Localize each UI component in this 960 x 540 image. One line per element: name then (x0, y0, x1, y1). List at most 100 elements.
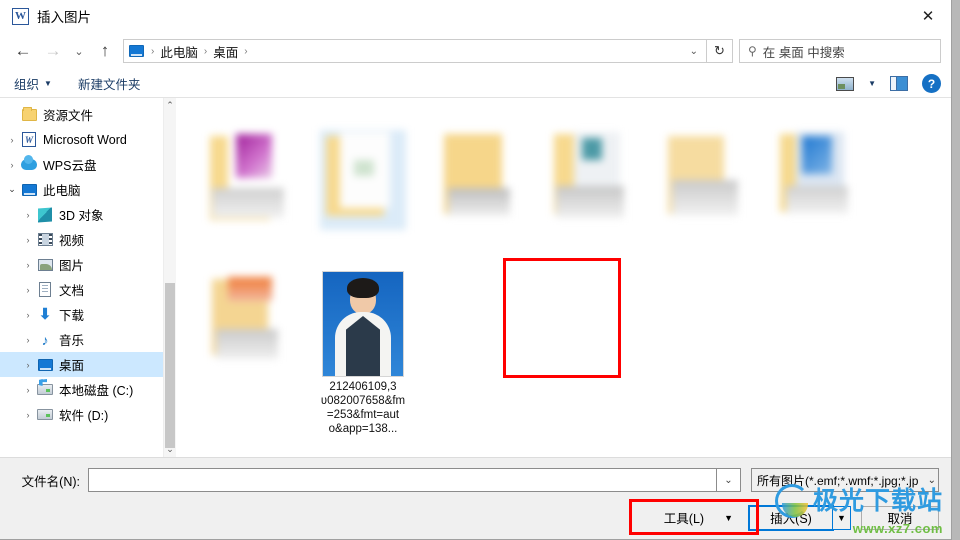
chevron-right-icon[interactable]: › (20, 260, 36, 270)
chevron-right-icon[interactable]: › (4, 135, 20, 145)
refresh-button[interactable]: ↻ (707, 39, 733, 63)
file-name (650, 233, 760, 247)
chevron-down-icon[interactable]: ▼ (868, 79, 876, 88)
file-name (194, 233, 304, 247)
list-item-wechat-screenshot-3[interactable]: 微信截图 _202212260825 03.png (764, 450, 874, 457)
view-mode-icon[interactable] (836, 76, 855, 91)
thumbnail (308, 108, 418, 230)
search-box[interactable]: ⚲ 在 桌面 中搜索 (739, 39, 941, 63)
new-folder-label: 新建文件夹 (77, 78, 141, 92)
chevron-down-icon[interactable]: ⌄ (4, 184, 20, 195)
organize-button[interactable]: 组织 ▼ (14, 74, 52, 93)
chevron-right-icon[interactable]: › (20, 210, 36, 220)
monitor-icon (36, 357, 54, 373)
preview-pane-icon[interactable] (890, 76, 908, 91)
file-name: 212406109,3 ʋ082007658&fm =253&fmt=aut o… (308, 380, 418, 436)
help-icon[interactable]: ? (922, 74, 941, 93)
list-item[interactable] (194, 108, 304, 247)
address-bar[interactable]: › 此电脑 › 桌面 › ⌄ (123, 39, 707, 63)
sidebar-item-resource-files[interactable]: 资源文件 (0, 102, 176, 127)
list-item-dog[interactable]: u=1403587575, 16162897048&f m=253&fmt=a … (308, 450, 418, 457)
chevron-right-icon[interactable]: › (20, 285, 36, 295)
chevron-down-icon[interactable]: ⌄ (717, 468, 741, 492)
file-list[interactable]: 212406109,3 ʋ082007658&fm =253&fmt=aut o… (176, 98, 951, 457)
sidebar-item-documents[interactable]: › 文档 (0, 277, 176, 302)
thumbnail (764, 450, 874, 457)
sidebar-item-wps-cloud[interactable]: › WPS云盘 (0, 152, 176, 177)
insert-button[interactable]: 插入(S) (748, 504, 834, 531)
list-item-id-photo[interactable]: 212406109,3 ʋ082007658&fm =253&fmt=aut o… (308, 255, 418, 436)
file-name-line: =253&fmt=aut (326, 409, 400, 421)
file-name-line: 212406109,3 (329, 381, 397, 393)
list-item[interactable] (422, 108, 532, 247)
picture-icon (36, 257, 54, 273)
list-item[interactable] (764, 108, 874, 247)
chevron-right-icon[interactable]: › (4, 160, 20, 170)
up-button[interactable]: ↑ (90, 36, 120, 66)
list-item[interactable] (194, 255, 304, 436)
filename-input[interactable] (88, 468, 717, 492)
forward-button[interactable]: → (38, 36, 68, 66)
chevron-right-icon[interactable]: › (20, 410, 36, 420)
scrollbar-thumb[interactable] (165, 283, 175, 448)
cancel-button[interactable]: 取消 (861, 505, 939, 530)
insert-dropdown-icon[interactable]: ▼ (833, 505, 851, 530)
file-grid-row-2: u=622298710,3 077618326&fm =253&fmt=aut … (192, 450, 951, 457)
chevron-right-icon[interactable]: › (20, 310, 36, 320)
annotation-rectangle-insert (629, 499, 759, 535)
thumbnail (650, 108, 760, 230)
list-item-mountain[interactable]: u=622298710,3 077618326&fm =253&fmt=aut … (194, 450, 304, 457)
sidebar-item-software-d[interactable]: › 软件 (D:) (0, 402, 176, 427)
action-row: 工具(L) ▼ 插入(S) ▼ 取消 (12, 499, 939, 535)
file-grid-row-1: 212406109,3 ʋ082007658&fm =253&fmt=aut o… (192, 108, 951, 444)
sidebar-item-label: 桌面 (59, 359, 85, 373)
chevron-right-icon[interactable]: › (20, 235, 36, 245)
file-name-line: ʋ082007658&fm (320, 395, 406, 407)
close-icon[interactable]: ✕ (905, 0, 951, 32)
monitor-icon (20, 182, 38, 198)
recent-locations-button[interactable]: ⌄ (68, 36, 90, 66)
chevron-right-icon[interactable]: › (20, 385, 36, 395)
list-item[interactable] (308, 108, 418, 247)
sidebar-item-local-disk-c[interactable]: › 本地磁盘 (C:) (0, 377, 176, 402)
thumbnail (194, 450, 304, 457)
sidebar-scrollbar[interactable]: ⌃ ⌄ (163, 98, 176, 457)
sidebar-item-pictures[interactable]: › 图片 (0, 252, 176, 277)
folder-icon (20, 106, 38, 123)
chevron-right-icon[interactable]: › (20, 335, 36, 345)
sidebar-item-videos[interactable]: › 视频 (0, 227, 176, 252)
thumbnail (536, 450, 646, 457)
sidebar-item-3d-objects[interactable]: › 3D 对象 (0, 202, 176, 227)
file-type-select[interactable]: 所有图片(*.emf;*.wmf;*.jpg;*.jp ⌄ (751, 468, 939, 492)
scroll-up-icon[interactable]: ⌃ (164, 98, 176, 113)
list-item[interactable] (650, 108, 760, 247)
back-button[interactable]: ← (8, 36, 38, 66)
sidebar-item-microsoft-word[interactable]: › W Microsoft Word (0, 127, 176, 152)
search-icon: ⚲ (748, 44, 757, 58)
sidebar-item-this-pc[interactable]: ⌄ 此电脑 (0, 177, 176, 202)
list-item-wechat-screenshot-2[interactable]: 微信截图 _202212260824 58.png (650, 450, 760, 457)
chevron-right-icon[interactable]: › (20, 360, 36, 370)
download-icon: ⬇ (38, 306, 52, 323)
drive-icon (36, 407, 54, 423)
sidebar-item-label: 音乐 (59, 334, 85, 348)
cloud-icon (20, 155, 38, 173)
scroll-down-icon[interactable]: ⌄ (164, 442, 176, 457)
sidebar-item-downloads[interactable]: › ⬇ 下载 (0, 302, 176, 327)
sidebar-item-music[interactable]: › ♪ 音乐 (0, 327, 176, 352)
breadcrumb-item-computer[interactable]: 此电脑 (157, 42, 201, 61)
word-icon: W (20, 132, 38, 148)
sidebar-item-label: WPS云盘 (43, 159, 97, 173)
list-item[interactable] (536, 108, 646, 247)
new-folder-button[interactable]: 新建文件夹 (78, 74, 141, 93)
thumbnail (650, 450, 760, 457)
list-item-wechat-screenshot-1[interactable]: 微信截图 _202212260824 53.png (536, 450, 646, 457)
dialog-title: 插入图片 (37, 10, 91, 25)
filename-row: 文件名(N): ⌄ 所有图片(*.emf;*.wmf;*.jpg;*.jp ⌄ (12, 468, 939, 492)
list-item-portrait[interactable]: u=2254155789, 22357619358&f m=253&fmt=a … (422, 450, 532, 457)
chevron-down-icon[interactable]: ⌄ (684, 46, 704, 57)
search-placeholder: 在 桌面 中搜索 (762, 45, 845, 60)
command-bar: 组织 ▼ 新建文件夹 ▼ ? (0, 70, 951, 98)
sidebar-item-desktop[interactable]: › 桌面 (0, 352, 176, 377)
breadcrumb-item-desktop[interactable]: 桌面 (210, 42, 241, 61)
